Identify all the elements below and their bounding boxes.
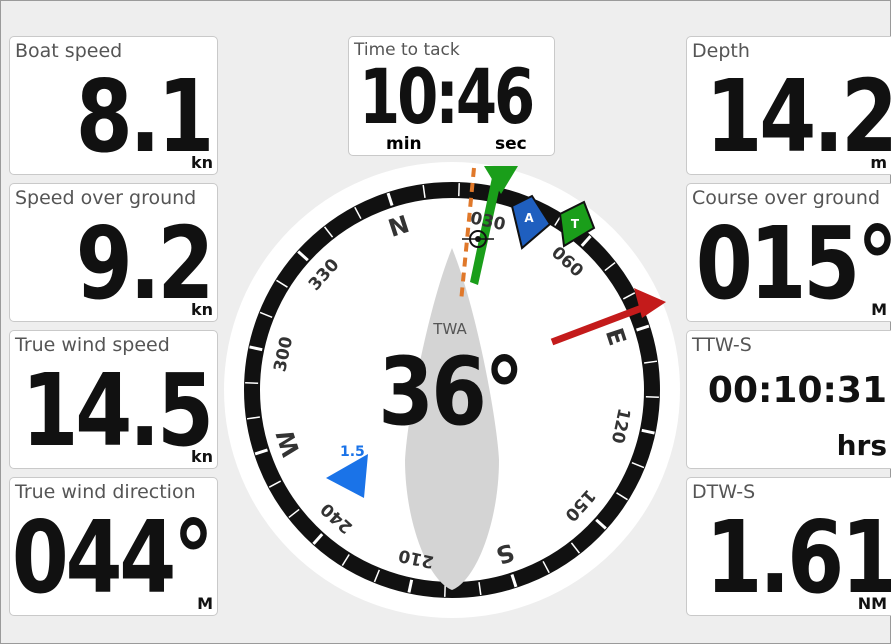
- ttw-s-tile[interactable]: TTW-S 00:10:31 hrs: [686, 330, 891, 469]
- dtw-s-tile[interactable]: DTW-S 1.61 NM: [686, 477, 891, 616]
- speed-over-ground-tile[interactable]: Speed over ground 9.2 kn: [9, 183, 218, 322]
- boat-speed-tile[interactable]: Boat speed 8.1 kn: [9, 36, 218, 175]
- twd-value: 044°: [11, 499, 214, 616]
- sog-value: 9.2: [75, 205, 215, 322]
- boat-speed-value: 8.1: [75, 58, 215, 175]
- apparent-marker-label: A: [524, 211, 534, 225]
- twa-label: TWA: [433, 320, 467, 338]
- time-to-tack-tile[interactable]: Time to tack 10:46 min sec: [348, 36, 555, 156]
- depth-unit: m: [870, 153, 887, 172]
- true-wind-direction-tile[interactable]: True wind direction 044° M: [9, 477, 218, 616]
- cog-unit: M: [871, 300, 887, 319]
- true-wind-speed-tile[interactable]: True wind speed 14.5 kn: [9, 330, 218, 469]
- twa-value: 36°: [378, 338, 524, 447]
- tws-value: 14.5: [21, 352, 214, 469]
- tws-unit: kn: [190, 447, 213, 466]
- current-speed-text: 1.5: [340, 444, 365, 460]
- ttws-value: 00:10:31: [707, 370, 887, 411]
- dtws-value: 1.61: [705, 499, 891, 616]
- course-over-ground-tile[interactable]: Course over ground 015° M: [686, 183, 891, 322]
- ttws-label: TTW-S: [692, 334, 752, 356]
- depth-value: 14.2: [705, 58, 891, 175]
- time-to-tack-value: 10:46: [359, 52, 535, 141]
- twd-unit: M: [197, 594, 213, 613]
- time-to-tack-sec-unit: sec: [495, 134, 527, 154]
- ttws-unit: hrs: [836, 429, 887, 462]
- boat-speed-unit: kn: [190, 153, 213, 172]
- sog-unit: kn: [190, 300, 213, 319]
- true-marker-label: T: [571, 217, 580, 231]
- cog-value: 015°: [695, 205, 891, 322]
- time-to-tack-min-unit: min: [386, 134, 422, 154]
- depth-tile[interactable]: Depth 14.2 m: [686, 36, 891, 175]
- dtws-unit: NM: [857, 594, 887, 613]
